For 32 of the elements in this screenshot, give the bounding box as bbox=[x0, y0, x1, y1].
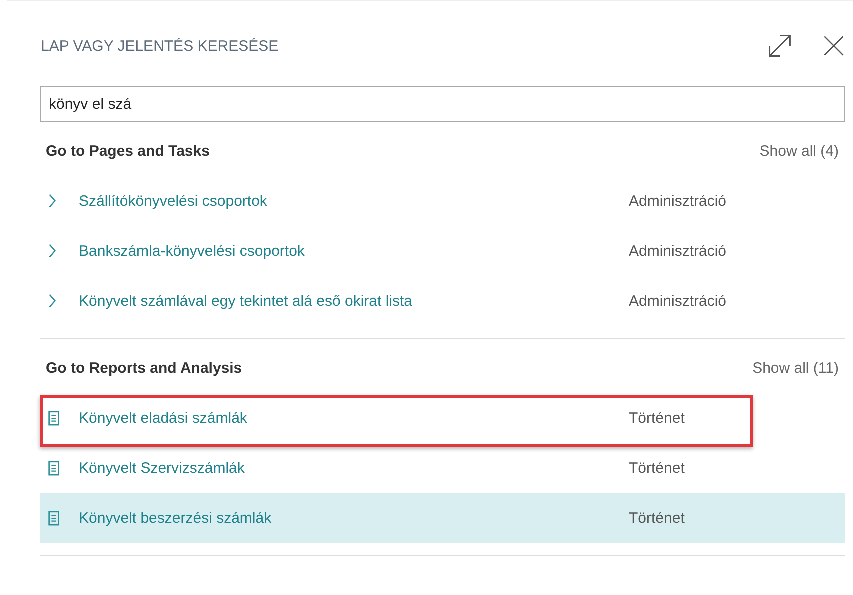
result-category: Adminisztráció bbox=[629, 292, 727, 310]
search-field[interactable]: könyv el szá bbox=[40, 86, 845, 122]
result-name: Könyvelt számlával egy tekintet alá eső okirat lista bbox=[79, 292, 414, 310]
result-name: Könyvelt Szervizszámlák bbox=[79, 460, 246, 476]
result-row[interactable]: Könyvelt eladási számlák Történet bbox=[40, 393, 845, 443]
result-name: Könyvelt beszerzési számlák bbox=[79, 510, 273, 526]
close-icon[interactable] bbox=[823, 35, 845, 57]
document-icon bbox=[48, 410, 60, 426]
show-all-link[interactable]: Show all (11) bbox=[752, 360, 839, 376]
result-category: Történet bbox=[629, 410, 685, 426]
result-category: Adminisztráció bbox=[629, 192, 727, 210]
result-row[interactable]: Bankszámla-könyvelési csoportok Adminisztráció bbox=[40, 226, 845, 276]
result-row[interactable]: Szállítókönyvelési csoportok Adminisztráció bbox=[40, 176, 845, 226]
document-icon bbox=[48, 460, 60, 476]
document-icon bbox=[48, 510, 60, 526]
section-heading: Go to Reports and Analysis bbox=[46, 360, 242, 376]
result-row[interactable]: Könyvelt Szervizszámlák Történet bbox=[40, 443, 845, 493]
result-category: Adminisztráció bbox=[629, 242, 727, 260]
result-name: Szállítókönyvelési csoportok bbox=[79, 192, 268, 210]
result-name: Bankszámla-könyvelési csoportok bbox=[79, 242, 306, 260]
expand-icon[interactable] bbox=[767, 33, 793, 59]
result-category: Történet bbox=[629, 510, 685, 526]
chevron-icon bbox=[48, 293, 57, 309]
section-heading: Go to Pages and Tasks bbox=[46, 142, 210, 160]
result-category: Történet bbox=[629, 460, 685, 476]
show-all-link[interactable]: Show all (4) bbox=[760, 142, 839, 160]
chevron-icon bbox=[48, 193, 57, 209]
result-row[interactable]: Könyvelt számlával egy tekintet alá eső okirat lista Adminisztráció bbox=[40, 276, 845, 326]
panel-title: LAP VAGY JELENTÉS KERESÉSE bbox=[41, 38, 280, 54]
result-name: Könyvelt eladási számlák bbox=[79, 410, 248, 426]
result-row[interactable]: Könyvelt beszerzési számlák Történet bbox=[40, 493, 845, 543]
chevron-icon bbox=[48, 243, 57, 259]
